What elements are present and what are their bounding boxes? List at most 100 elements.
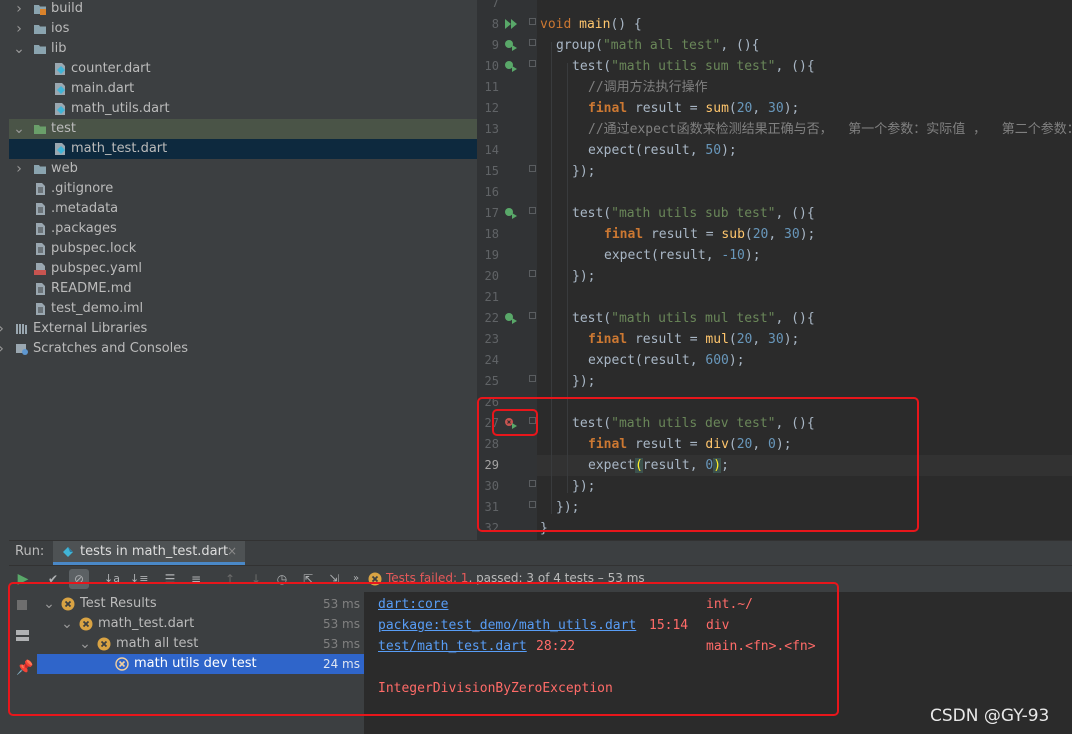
code-line-17[interactable]: test("math utils sub test", (){ [572,203,815,224]
previous-failed-icon[interactable]: ↑ [222,571,238,587]
code-line-24[interactable]: expect(result, 600); [588,350,745,371]
export-icon[interactable]: ⇲ [326,571,342,587]
run-passed-icon[interactable] [504,59,518,73]
next-failed-icon[interactable]: ↓ [248,571,264,587]
tree-item-test-demo-iml[interactable]: test_demo.iml [9,299,477,319]
chevron-down-icon[interactable]: ⌄ [43,594,55,614]
test-result-label: math all test [116,636,199,651]
tree-item-web[interactable]: › web [9,159,477,179]
chevron-down-icon[interactable]: ⌄ [13,39,25,59]
tree-item-scratches-and-consoles[interactable]: › Scratches and Consoles [0,339,477,359]
code-line-27[interactable]: test("math utils dev test", (){ [572,413,815,434]
code-line-13[interactable]: //通过expect函数来检测结果正确与否， 第一个参数：实际值 ， 第二个参数… [588,119,1072,140]
code-line-30[interactable]: }); [572,476,595,497]
stop-icon[interactable] [17,600,27,610]
run-passed-icon[interactable] [504,38,518,52]
tree-item-math-utils-dart[interactable]: math_utils.dart [9,99,477,119]
fold-icon[interactable] [529,18,536,25]
code-line-28[interactable]: final result = div(20, 0); [588,434,792,455]
chevron-down-icon[interactable]: ⌄ [13,119,25,139]
code-line-32[interactable]: } [540,518,548,539]
sort-alpha-icon[interactable]: ↓a [104,571,120,587]
run-failed-icon[interactable] [504,416,518,430]
tree-item-packages[interactable]: .packages [9,219,477,239]
test-result-row[interactable]: ⌄ math_test.dart 53 ms [37,614,364,634]
tree-item-main-dart[interactable]: main.dart [9,79,477,99]
code-line-20[interactable]: }); [572,266,595,287]
stack-link-dart-core[interactable]: dart:core [378,594,448,615]
fold-icon[interactable] [529,165,536,172]
code-line-14[interactable]: expect(result, 50); [588,140,737,161]
fold-icon[interactable] [529,375,536,382]
fold-icon[interactable] [529,480,536,487]
tree-item-readme-md[interactable]: README.md [9,279,477,299]
code-editor[interactable]: 7 8 9 10 11 12 13 14 15 16 17 18 19 20 21 22 23 24 25 26 27 2… [477,0,1072,540]
tree-item-ios[interactable]: › ios [9,19,477,39]
test-result-row[interactable]: math utils dev test 24 ms [37,654,364,674]
code-line-29[interactable]: expect(result, 0); [588,455,729,476]
close-icon[interactable]: × [227,544,237,558]
rerun-icon[interactable]: ▶ [15,571,31,587]
fold-icon[interactable] [529,39,536,46]
tree-item-counter-dart[interactable]: counter.dart [9,59,477,79]
code-line-11[interactable]: //调用方法执行操作 [588,77,708,98]
chevron-down-icon[interactable]: ⌄ [61,614,73,634]
tree-item-build[interactable]: › build [9,0,477,19]
chevron-right-icon[interactable]: › [0,339,7,359]
fold-icon[interactable] [529,270,536,277]
code-line-12[interactable]: final result = sum(20, 30); [588,98,799,119]
show-passed-icon[interactable]: ✔ [45,571,61,587]
chevron-right-icon[interactable]: › [0,319,7,339]
test-result-row[interactable]: ⌄ math all test 53 ms [37,634,364,654]
tree-item-lib[interactable]: ⌄ lib [9,39,477,59]
tree-item-test[interactable]: ⌄ test [9,119,477,139]
chevron-right-icon[interactable]: › [13,159,25,179]
code-line-18[interactable]: final result = sub(20, 30); [604,224,815,245]
dart-file-icon [53,82,67,96]
fold-icon[interactable] [529,417,536,424]
dart-test-icon [63,547,73,557]
code-line-9[interactable]: group("math all test", (){ [556,35,760,56]
chevron-right-icon[interactable]: › [13,0,25,19]
fold-icon[interactable] [529,60,536,67]
stack-link-math-utils[interactable]: package:test_demo/math_utils.dart [378,615,636,636]
code-line-23[interactable]: final result = mul(20, 30); [588,329,799,350]
test-result-row[interactable]: ⌄ Test Results 53 ms [37,594,364,614]
code-line-19[interactable]: expect(result, -10); [604,245,761,266]
expand-all-icon[interactable]: ☰ [162,571,178,587]
fold-icon[interactable] [529,312,536,319]
code-line-15[interactable]: }); [572,161,595,182]
stack-link-math-test[interactable]: test/math_test.dart [378,636,527,657]
code-line-10[interactable]: test("math utils sum test", (){ [572,56,815,77]
history-icon[interactable]: ◷ [274,571,290,587]
show-ignored-icon[interactable]: ⊘ [69,569,89,589]
tree-item-pubspec-yaml[interactable]: pubspec.yaml [9,259,477,279]
run-tab[interactable]: tests in math_test.dart × [53,541,245,565]
tree-item-label: .packages [51,221,117,236]
code-line-22[interactable]: test("math utils mul test", (){ [572,308,815,329]
line-number: 14 [484,143,499,157]
fold-icon[interactable] [529,207,536,214]
layout-icon[interactable] [16,630,29,641]
fold-icon[interactable] [529,501,536,508]
tree-item-math-test-dart[interactable]: math_test.dart [9,139,477,159]
pin-icon[interactable]: 📌 [16,660,33,676]
chevron-right-icon[interactable]: › [13,19,25,39]
tree-item-external-libraries[interactable]: › External Libraries [0,319,477,339]
tree-item-metadata[interactable]: .metadata [9,199,477,219]
run-passed-icon[interactable] [504,206,518,220]
import-tests-icon[interactable]: ⇱ [300,571,316,587]
tree-item-gitignore[interactable]: .gitignore [9,179,477,199]
collapse-all-icon[interactable]: ≡ [188,571,204,587]
chevron-down-icon[interactable]: ⌄ [79,634,91,654]
code-line-8[interactable]: void main() { [540,14,642,35]
run-passed-icon[interactable] [504,311,518,325]
code-line-25[interactable]: }); [572,371,595,392]
run-double-icon[interactable] [504,17,518,31]
tree-item-pubspec-lock[interactable]: pubspec.lock [9,239,477,259]
code-line-31[interactable]: }); [556,497,579,518]
more-icon[interactable]: » [348,571,364,587]
sort-duration-icon[interactable]: ↓≡ [130,571,148,587]
editor-gutter: 7 8 9 10 11 12 13 14 15 16 17 18 19 20 21 22 23 24 25 26 27 2… [477,0,537,540]
test-duration: 24 ms [322,657,360,671]
